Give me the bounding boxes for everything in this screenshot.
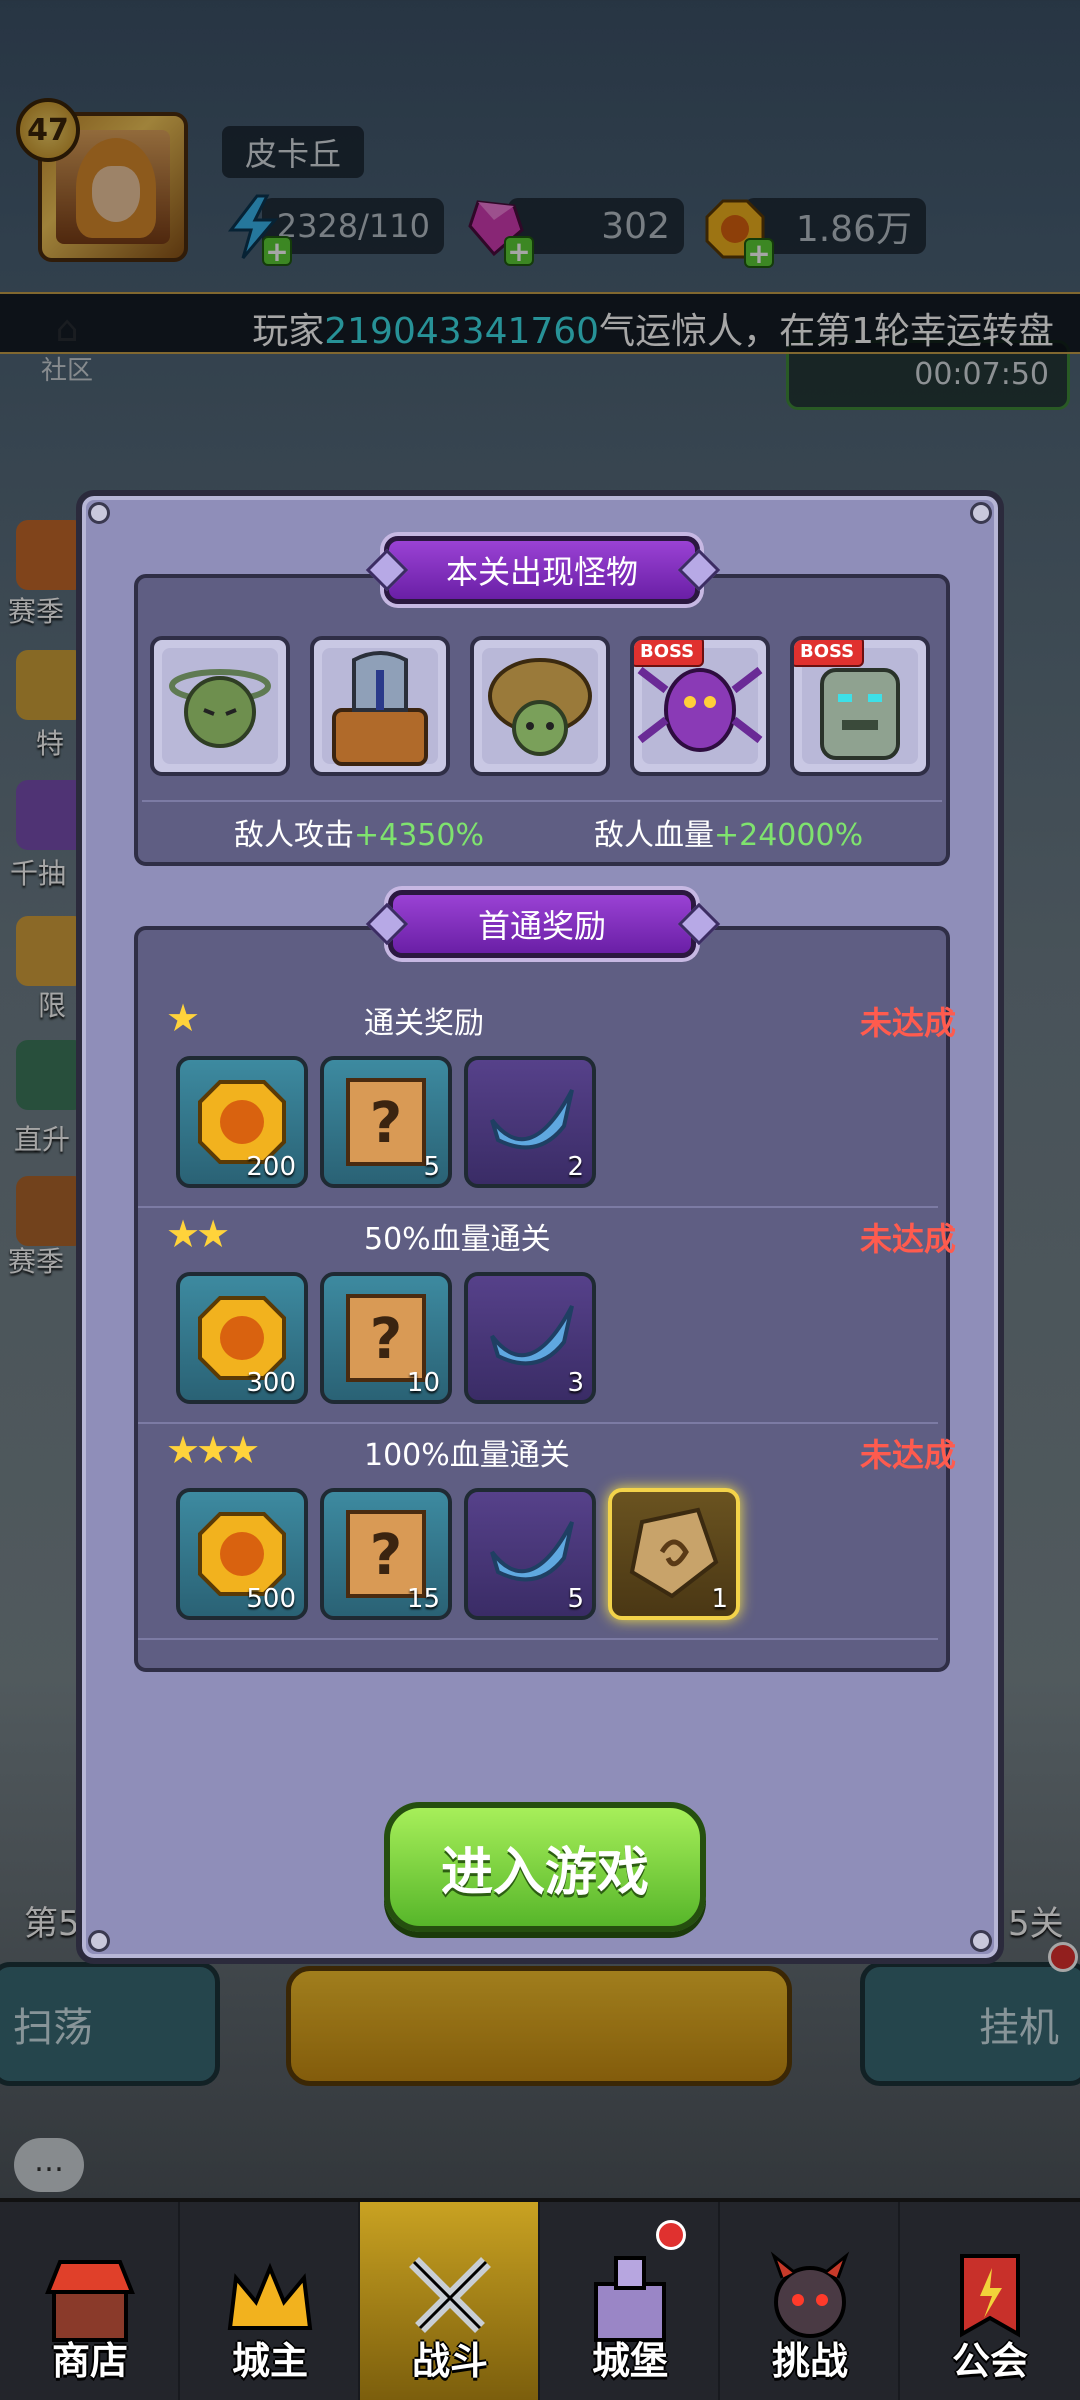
reward-item-crystal[interactable]: 2 xyxy=(464,1056,596,1188)
goblin-icon xyxy=(169,669,271,748)
reward-status: 未达成 xyxy=(859,1220,956,1258)
bottom-nav: 商店 城主 战斗 城堡 挑战 公会 xyxy=(0,2198,1080,2400)
monster-stone-golem[interactable]: BOSS xyxy=(790,636,930,776)
nav-challenge[interactable]: 挑战 xyxy=(720,2202,900,2400)
reward-item-rune[interactable]: 1 xyxy=(608,1488,740,1620)
reward-row-3: ★★★ 100%血量通关 未达成 500 ? 15 5 1 xyxy=(166,1428,956,1638)
svg-text:?: ? xyxy=(370,1523,402,1588)
monster-turtle[interactable] xyxy=(470,636,610,776)
monster-purple-spider[interactable]: BOSS xyxy=(630,636,770,776)
reward-item-crystal[interactable]: 5 xyxy=(464,1488,596,1620)
reward-row-title: 100%血量通关 xyxy=(364,1438,570,1473)
enemy-hp-stat: 敌人血量+24000% xyxy=(594,818,864,853)
boss-badge: BOSS xyxy=(634,640,705,667)
reward-item-scroll[interactable]: ? 10 xyxy=(320,1272,452,1404)
reward-row-1: ★ 通关奖励 未达成 200 ? 5 2 xyxy=(166,996,956,1206)
reward-row-title: 通关奖励 xyxy=(364,1006,484,1041)
monster-green-goblin[interactable] xyxy=(150,636,290,776)
reward-item-gold[interactable]: 500 xyxy=(176,1488,308,1620)
rewards-section: ★ 通关奖励 未达成 200 ? 5 2 ★★ 50%血量通关 未达成 300 … xyxy=(134,926,956,1672)
reward-item-gold[interactable]: 300 xyxy=(176,1272,308,1404)
monster-armored-knight[interactable] xyxy=(310,636,450,776)
nav-lord[interactable]: 城主 xyxy=(180,2202,360,2400)
svg-text:?: ? xyxy=(370,1307,402,1372)
reward-item-scroll[interactable]: ? 15 xyxy=(320,1488,452,1620)
nav-castle[interactable]: 城堡 xyxy=(540,2202,720,2400)
reward-status: 未达成 xyxy=(859,1436,956,1474)
notification-dot xyxy=(656,2220,686,2250)
reward-item-scroll[interactable]: ? 5 xyxy=(320,1056,452,1188)
monsters-title: 本关出现怪物 xyxy=(384,536,700,604)
enter-game-button[interactable]: 进入游戏 xyxy=(384,1802,706,1932)
nav-battle[interactable]: 战斗 xyxy=(360,2202,540,2400)
turtle-icon xyxy=(488,658,592,756)
boss-badge: BOSS xyxy=(794,640,865,667)
star-icon: ★★★ xyxy=(166,1428,260,1472)
reward-item-crystal[interactable]: 3 xyxy=(464,1272,596,1404)
stage-info-modal: 敌人攻击+4350% 敌人血量+24000% 本关出现怪物 BOSS BOSS … xyxy=(76,490,1004,1964)
reward-item-gold[interactable]: 200 xyxy=(176,1056,308,1188)
nav-shop[interactable]: 商店 xyxy=(0,2202,180,2400)
rewards-title: 首通奖励 xyxy=(388,890,696,958)
reward-row-title: 50%血量通关 xyxy=(364,1222,551,1257)
nav-guild[interactable]: 公会 xyxy=(900,2202,1080,2400)
enemy-attack-stat: 敌人攻击+4350% xyxy=(234,818,484,853)
star-icon: ★ xyxy=(166,996,200,1040)
svg-text:?: ? xyxy=(370,1091,402,1156)
reward-row-2: ★★ 50%血量通关 未达成 300 ? 10 3 xyxy=(166,1212,956,1422)
knight-icon xyxy=(332,651,428,766)
star-icon: ★★ xyxy=(166,1212,230,1256)
reward-status: 未达成 xyxy=(859,1004,956,1042)
